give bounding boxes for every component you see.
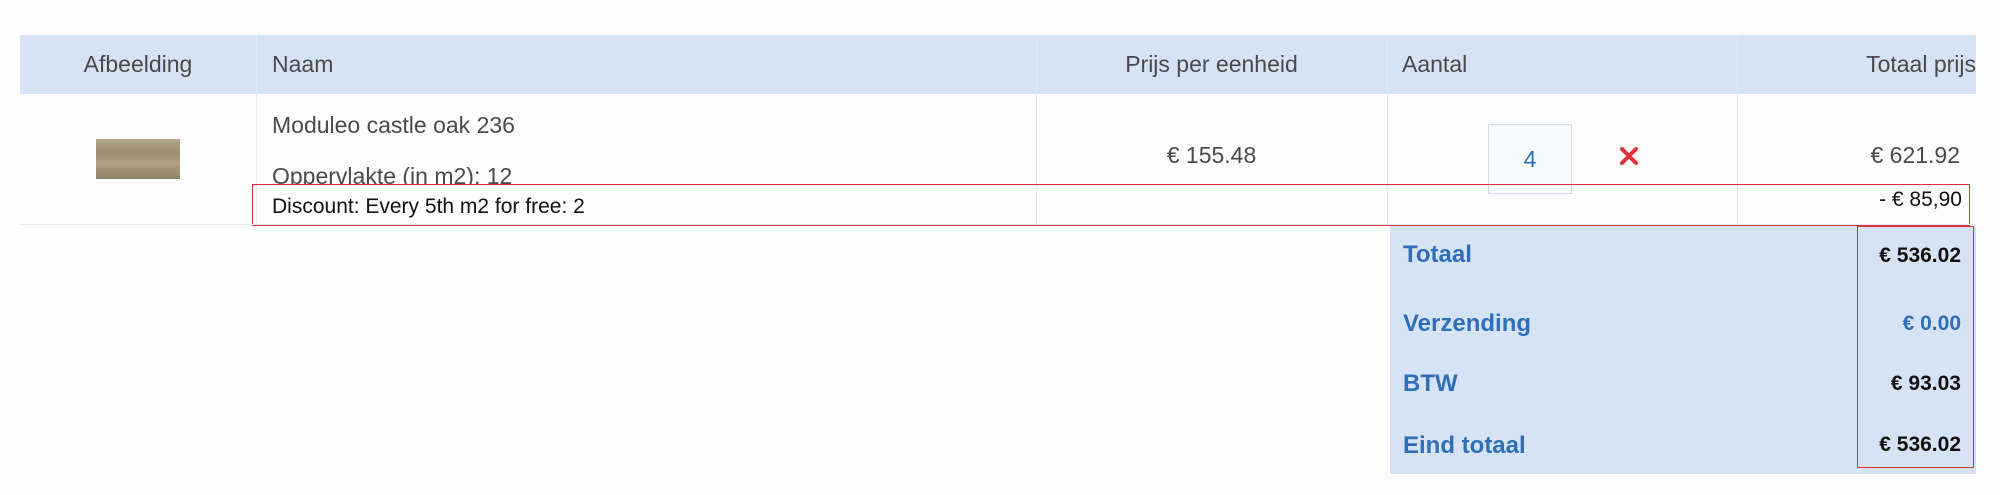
summary-values-highlight [1857,226,1974,468]
header-unit-price: Prijs per eenheid [1125,51,1298,77]
summary-vat-label: BTW [1403,370,1458,397]
header-image: Afbeelding [83,51,193,77]
header-name: Naam [272,51,334,77]
summary-total-label: Totaal [1403,241,1472,268]
unit-price: € 155.48 [1166,142,1257,168]
close-icon[interactable] [1617,144,1641,168]
discount-amount: - € 85,90 [1879,188,1962,211]
summary-shipping-label: Verzending [1403,310,1532,337]
discount-label: Discount: Every 5th m2 for free: 2 [272,195,585,218]
header-quantity: Aantal [1402,51,1468,77]
row-total: € 621.92 [1870,142,1960,168]
header-total-price: Totaal prijs [1866,51,1976,77]
product-thumbnail[interactable] [96,139,180,179]
row-divider [20,224,1976,225]
product-name[interactable]: Moduleo castle oak 236 [272,112,515,139]
product-area: Oppervlakte (in m2): 12 [272,163,513,185]
summary-grand-total-label: Eind totaal [1403,432,1526,459]
